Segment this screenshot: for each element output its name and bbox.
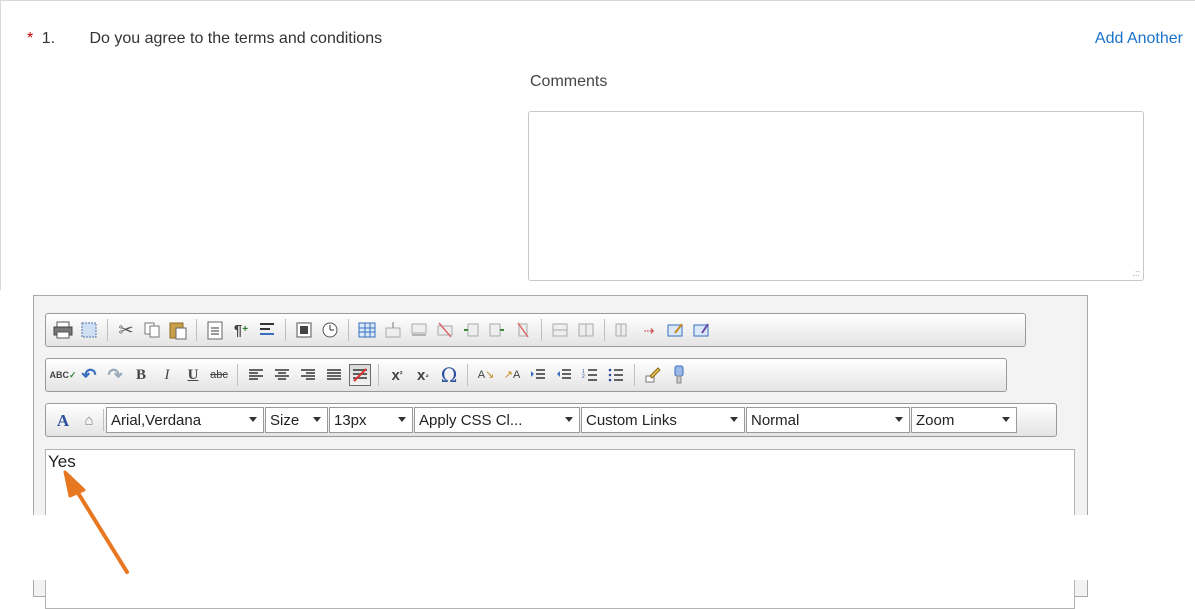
annotation-arrow-icon bbox=[63, 470, 129, 574]
